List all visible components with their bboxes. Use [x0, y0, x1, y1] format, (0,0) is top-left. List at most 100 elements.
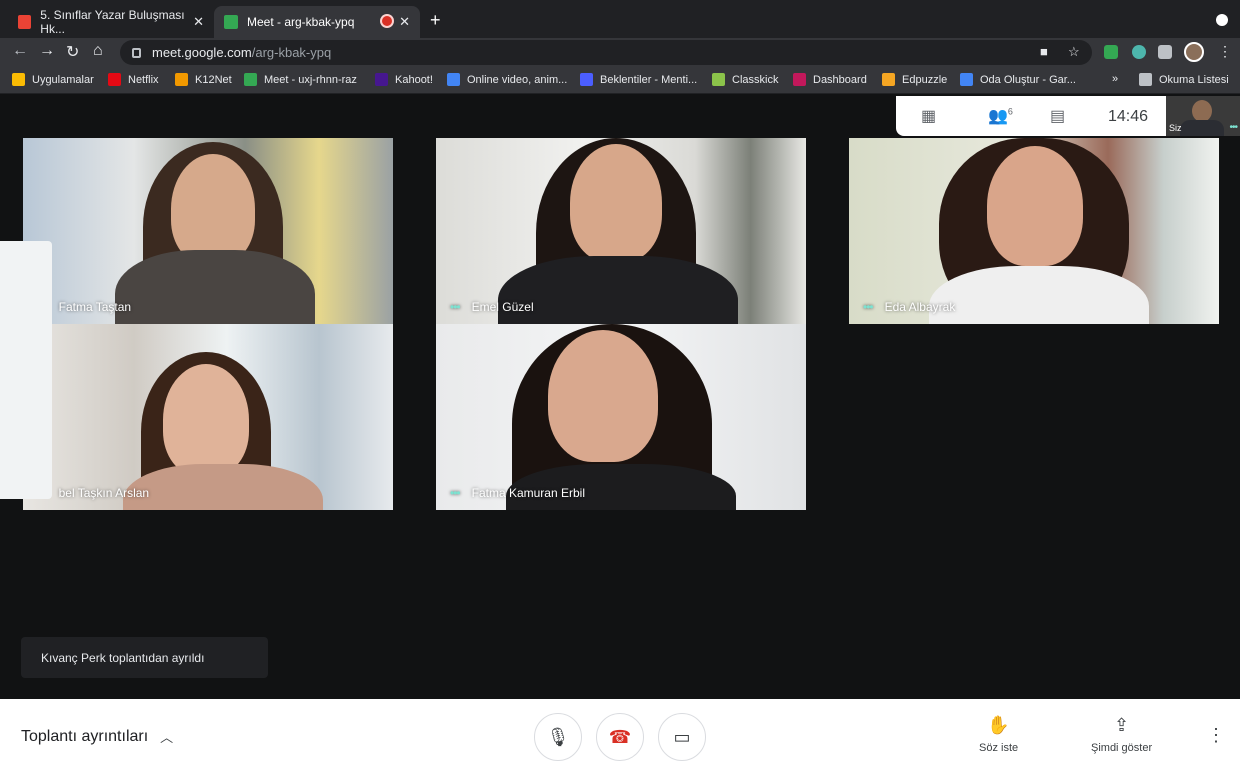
people-icon[interactable]: 👥6	[988, 106, 1013, 126]
bookmark-k12net[interactable]: K12Net	[175, 73, 232, 86]
netflix-icon	[108, 73, 121, 86]
self-label: Siz	[1169, 123, 1182, 133]
reload-icon[interactable]: ↻	[66, 42, 79, 62]
bookmark-label: Netflix	[128, 73, 159, 86]
tab-meet[interactable]: Meet - arg-kbak-ypq ✕	[214, 6, 420, 38]
chevron-up-icon: ︿	[160, 730, 174, 745]
forward-icon[interactable]: →	[39, 42, 55, 60]
home-icon[interactable]: ⌂	[93, 42, 103, 60]
bookmark-netflix[interactable]: Netflix	[108, 73, 159, 86]
participant-name: ••• Emel Güzel	[450, 300, 534, 314]
browser-tab-bar: 5. Sınıflar Yazar Buluşması Hk... ✕ Meet…	[0, 0, 1240, 38]
dashboard-icon	[793, 73, 806, 86]
new-tab-button[interactable]: +	[430, 10, 441, 31]
participant-tile[interactable]: ••• Emel Güzel	[436, 138, 806, 324]
bookmark-kahoot[interactable]: Kahoot!	[375, 73, 433, 86]
reading-list-label: Okuma Listesi	[1159, 73, 1229, 86]
tab-gmail[interactable]: 5. Sınıflar Yazar Buluşması Hk... ✕	[8, 6, 214, 38]
person-face	[171, 154, 255, 264]
bookmark-meet[interactable]: Meet - uxj-rhnn-raz	[244, 73, 357, 86]
camera-icon: ▭	[673, 726, 691, 747]
google-icon	[960, 73, 973, 86]
bookmark-label: Dashboard	[813, 73, 867, 86]
bookmark-label: Uygulamalar	[32, 73, 94, 86]
raise-hand-icon: ✋	[987, 715, 1010, 735]
kahoot-icon	[375, 73, 388, 86]
meet-icon	[244, 73, 257, 86]
bookmark-star-icon[interactable]: ☆	[1068, 44, 1080, 60]
close-tab-icon[interactable]: ✕	[399, 14, 410, 30]
url-path: /arg-kbak-ypq	[251, 45, 332, 60]
self-view-tile[interactable]: Siz •••	[1166, 96, 1240, 136]
overflow-chevron-icon: »	[1112, 73, 1119, 85]
bookmark-menti[interactable]: Beklentiler - Menti...	[580, 73, 697, 86]
reading-list[interactable]: Okuma Listesi	[1139, 73, 1229, 86]
bookmark-label: Kahoot!	[395, 73, 433, 86]
pin-extension-icon[interactable]	[1132, 45, 1146, 59]
person-body	[115, 250, 315, 324]
bookmarks-overflow[interactable]: »	[1112, 73, 1118, 85]
play-icon	[447, 73, 460, 86]
person-face	[987, 146, 1083, 266]
participant-tile[interactable]: •••bel Taşkın Arslan	[23, 324, 393, 510]
profile-avatar[interactable]	[1184, 42, 1204, 62]
edpuzzle-icon	[882, 73, 895, 86]
bookmark-edpuzzle[interactable]: Edpuzzle	[882, 73, 947, 86]
person-body	[929, 266, 1149, 324]
k12net-icon	[175, 73, 188, 86]
hang-up-icon: ☎	[608, 726, 632, 747]
meet-icon	[224, 15, 238, 29]
participant-name: ••• Eda Albayrak	[863, 300, 955, 314]
participant-name: ••• Fatma Kamuran Erbil	[450, 486, 585, 500]
participant-name-text: bel Taşkın Arslan	[58, 486, 150, 500]
more-options-icon[interactable]: ⋮	[1207, 725, 1225, 746]
raise-hand-button[interactable]: ✋ Söz iste	[979, 715, 1018, 754]
participant-tile[interactable]: ••• Eda Albayrak	[849, 138, 1219, 324]
meeting-details-button[interactable]: Toplantı ayrıntıları ︿	[21, 727, 173, 746]
camera-permission-icon[interactable]: ■	[1040, 44, 1048, 59]
chat-icon[interactable]: ▤	[1050, 106, 1065, 126]
microphone-icon: 🎙	[546, 726, 570, 747]
person-face	[548, 330, 658, 462]
hang-up-button[interactable]: ☎	[596, 713, 644, 761]
participant-tile[interactable]: ••• Fatma Kamuran Erbil	[436, 324, 806, 510]
bookmark-apps[interactable]: Uygulamalar	[12, 73, 94, 86]
camera-button[interactable]: ▭	[658, 713, 706, 761]
classkick-icon	[712, 73, 725, 86]
sheets-extension-icon[interactable]	[1104, 45, 1118, 59]
tab-title: Meet - arg-kbak-ypq	[247, 15, 355, 29]
bookmark-label: K12Net	[195, 73, 232, 86]
present-now-button[interactable]: ⇪ Şimdi göster	[1091, 715, 1152, 754]
bookmark-dashboard[interactable]: Dashboard	[793, 73, 867, 86]
bookmark-oda-olustur[interactable]: Oda Oluştur - Gar...	[960, 73, 1076, 86]
meeting-clock: 14:46	[1108, 108, 1149, 125]
address-bar[interactable]: meet.google.com /arg-kbak-ypq ■ ☆	[120, 40, 1092, 65]
reading-list-icon	[1139, 73, 1152, 86]
bookmark-online-video[interactable]: Online video, anim...	[447, 73, 567, 86]
meet-control-bar: Toplantı ayrıntıları ︿ 🎙 ☎ ▭ ✋ Söz iste …	[0, 699, 1240, 775]
back-icon[interactable]: ←	[12, 42, 28, 60]
browser-menu-icon[interactable]: ⋮	[1218, 43, 1232, 60]
participant-name-text: Emel Güzel	[471, 300, 534, 314]
participant-tile[interactable]: •••Fatma Taştan	[23, 138, 393, 324]
bookmarks-bar: Uygulamalar Netflix K12Net Meet - uxj-rh…	[0, 67, 1240, 94]
microphone-button[interactable]: 🎙	[534, 713, 582, 761]
side-panel-edge[interactable]	[0, 241, 52, 499]
bookmark-label: Meet - uxj-rhnn-raz	[264, 73, 357, 86]
bookmark-classkick[interactable]: Classkick	[712, 73, 778, 86]
person-body	[498, 256, 738, 324]
bookmark-label: Beklentiler - Menti...	[600, 73, 698, 86]
present-screen-icon: ⇪	[1114, 715, 1130, 735]
bookmark-label: Oda Oluştur - Gar...	[980, 73, 1076, 86]
audio-level-icon: •••	[450, 300, 461, 314]
extensions-puzzle-icon[interactable]	[1158, 45, 1172, 59]
tab-search-icon[interactable]	[1216, 14, 1228, 26]
present-now-label: Şimdi göster	[1091, 742, 1153, 754]
participant-count: 6	[1007, 106, 1013, 117]
participant-left-toast: Kıvanç Perk toplantıdan ayrıldı	[21, 637, 268, 678]
participant-name-text: Fatma Taştan	[58, 300, 132, 314]
participant-name: •••bel Taşkın Arslan	[37, 486, 149, 500]
close-tab-icon[interactable]: ✕	[193, 14, 204, 30]
participant-name-text: Eda Albayrak	[884, 300, 956, 314]
layout-grid-icon[interactable]: ▦	[921, 106, 936, 126]
